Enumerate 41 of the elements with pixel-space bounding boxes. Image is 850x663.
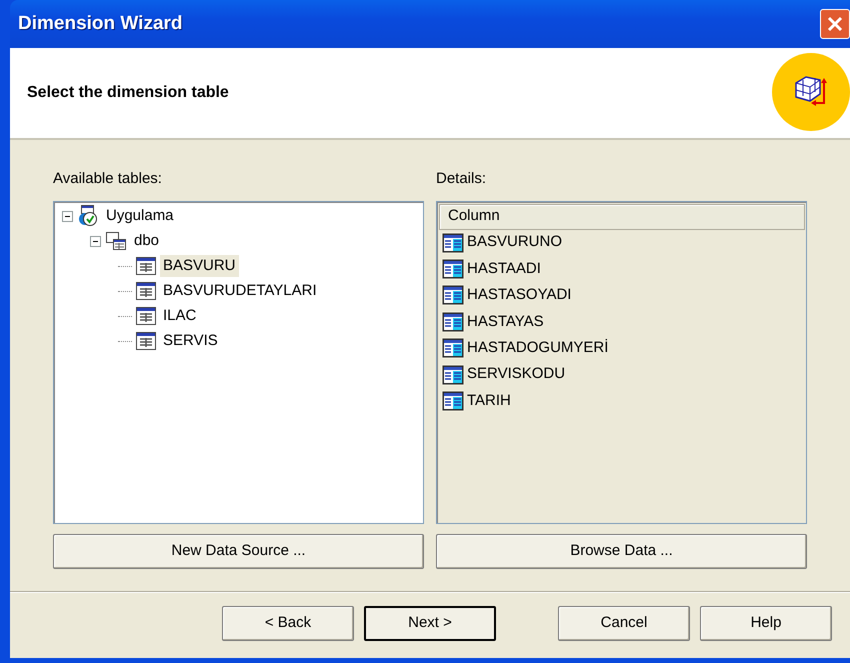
button[interactable]: < Back <box>222 606 354 640</box>
column-header[interactable]: Column <box>439 204 805 230</box>
button[interactable]: Browse Data ... <box>436 534 807 568</box>
table-icon <box>136 282 156 300</box>
close-icon <box>827 16 843 32</box>
window-title: Dimension Wizard <box>18 12 183 36</box>
button[interactable]: Help <box>700 606 832 640</box>
tree-item[interactable]: BASVURU <box>160 254 239 278</box>
column-icon <box>442 285 464 306</box>
column-icon <box>442 259 464 280</box>
tree-item[interactable]: ILAC <box>160 304 200 328</box>
column-name[interactable]: BASVURUNO <box>467 231 562 254</box>
column-icon <box>442 312 464 332</box>
column-name[interactable]: HASTASOYADI <box>467 284 572 307</box>
datasource-icon <box>77 205 99 227</box>
button[interactable]: New Data Source ... <box>53 534 424 568</box>
button[interactable]: Next > <box>364 606 496 640</box>
tree-item[interactable]: SERVIS <box>160 330 221 352</box>
column-name[interactable]: HASTAYAS <box>467 310 544 334</box>
table-icon <box>136 332 156 350</box>
tables-icon <box>105 231 127 251</box>
details-label: Details: <box>436 169 488 189</box>
close-button[interactable] <box>820 9 850 39</box>
available-tables-label: Available tables: <box>53 169 163 189</box>
column-icon <box>442 391 464 412</box>
button[interactable]: Cancel <box>558 606 690 640</box>
column-name[interactable]: HASTAADI <box>467 258 541 280</box>
page-title: Select the dimension table <box>27 83 229 103</box>
collapse-icon[interactable] <box>62 210 73 222</box>
column-name[interactable]: SERVISKODU <box>467 363 566 386</box>
table-icon <box>136 307 156 325</box>
tree-item[interactable]: Uygulama <box>103 204 177 228</box>
tree-item[interactable]: dbo <box>131 230 162 252</box>
column-icon <box>442 232 464 253</box>
tree-item[interactable]: BASVURUDETAYLARI <box>160 280 320 302</box>
column-icon <box>442 364 464 385</box>
collapse-icon[interactable] <box>90 236 101 246</box>
column-name[interactable]: HASTADOGUMYERİ <box>467 337 608 360</box>
table-icon <box>136 257 156 275</box>
column-name[interactable]: TARIH <box>467 390 511 412</box>
column-icon <box>442 338 464 358</box>
